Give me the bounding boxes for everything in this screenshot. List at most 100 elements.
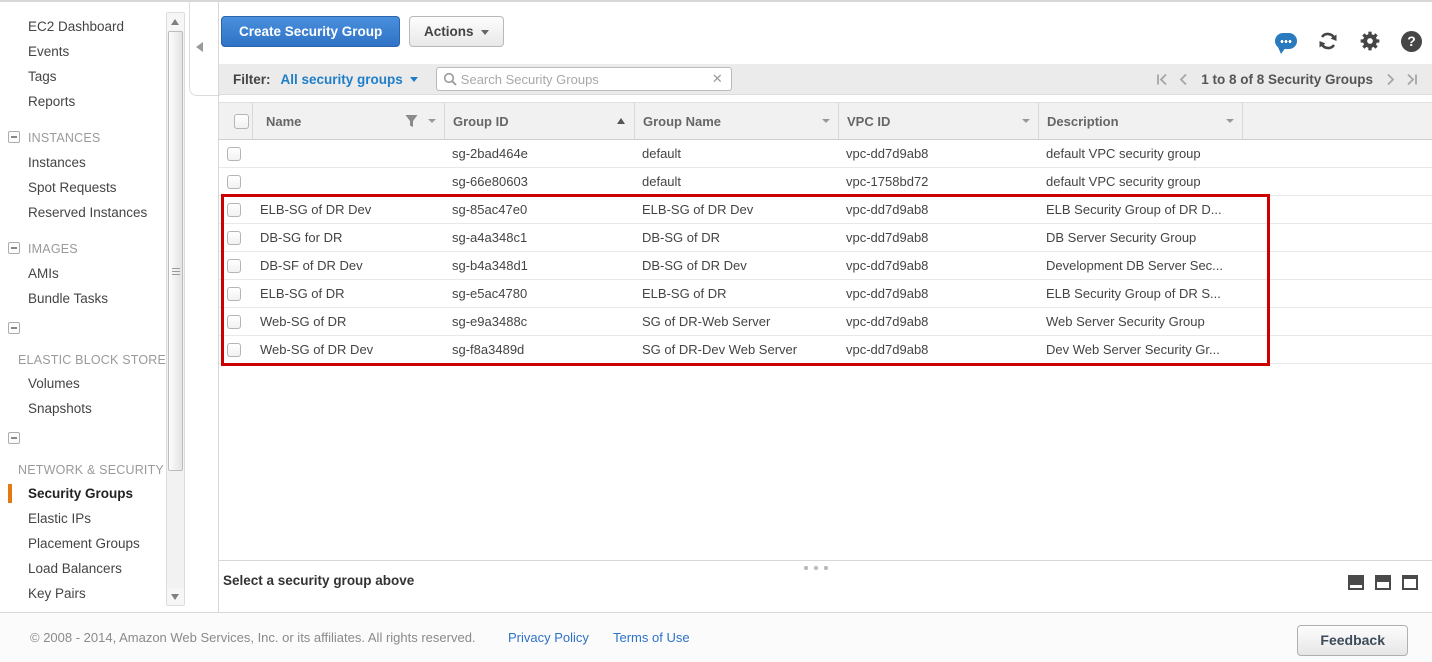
row-checkbox[interactable] — [227, 175, 241, 189]
sidebar-item[interactable]: IMAGES — [0, 236, 166, 261]
row-checkbox[interactable] — [227, 315, 241, 329]
next-page-button[interactable] — [1386, 73, 1396, 86]
sidebar-item[interactable]: INSTANCES — [0, 125, 166, 150]
row-checkbox-cell — [219, 308, 252, 335]
cell-name: Web-SG of DR Dev — [252, 336, 444, 363]
sidebar-item[interactable]: NETWORK & SECURITY — [0, 459, 166, 481]
sidebar-item[interactable]: Elastic IPs — [0, 506, 166, 531]
actions-button-label: Actions — [424, 24, 474, 39]
row-checkbox[interactable] — [227, 231, 241, 245]
column-header-description[interactable]: Description — [1038, 103, 1242, 139]
pane-size-large-icon[interactable] — [1402, 575, 1418, 590]
row-checkbox[interactable] — [227, 259, 241, 273]
collapse-minus-icon[interactable] — [8, 131, 20, 143]
settings-gear-icon[interactable] — [1359, 30, 1381, 52]
sidebar-item[interactable]: Volumes — [0, 371, 166, 396]
column-header-name[interactable]: Name — [252, 103, 444, 139]
pane-size-small-icon[interactable] — [1348, 575, 1364, 590]
scrollbar-thumb[interactable] — [168, 31, 183, 471]
cell-group-name: SG of DR-Web Server — [634, 308, 838, 335]
collapse-minus-icon[interactable] — [8, 322, 20, 334]
chat-dots — [1280, 40, 1292, 43]
last-page-button[interactable] — [1405, 73, 1418, 86]
refresh-icon[interactable] — [1317, 30, 1339, 52]
chevron-down-icon — [1226, 119, 1234, 123]
sidebar-item[interactable] — [0, 429, 166, 449]
sidebar-item[interactable]: Instances — [0, 150, 166, 175]
help-icon[interactable]: ? — [1401, 31, 1422, 52]
row-checkbox-cell — [219, 336, 252, 363]
scroll-down-button[interactable] — [167, 588, 184, 605]
sidebar-item-label: IMAGES — [28, 242, 78, 256]
sidebar-item[interactable]: ELASTIC BLOCK STORE — [0, 349, 166, 371]
pagination-label: 1 to 8 of 8 Security Groups — [1201, 72, 1373, 87]
cell-description: DB Server Security Group — [1038, 224, 1242, 251]
first-page-button[interactable] — [1156, 73, 1169, 86]
clear-search-icon[interactable]: ✕ — [712, 71, 723, 87]
select-all-checkbox[interactable] — [234, 114, 249, 129]
column-header-group-id[interactable]: Group ID — [444, 103, 634, 139]
search-input[interactable] — [457, 72, 712, 87]
column-header-group-name[interactable]: Group Name — [634, 103, 838, 139]
table-row[interactable]: DB-SF of DR Dev sg-b4a348d1 DB-SG of DR … — [219, 252, 1432, 280]
pane-drag-handle-icon[interactable] — [804, 566, 828, 570]
table-row[interactable]: Web-SG of DR sg-e9a3488c SG of DR-Web Se… — [219, 308, 1432, 336]
sidebar-item-label: Reserved Instances — [28, 205, 147, 220]
privacy-policy-link[interactable]: Privacy Policy — [508, 630, 589, 645]
sidebar-scrollbar[interactable] — [166, 12, 185, 606]
cell-group-name: default — [634, 168, 838, 195]
table-row[interactable]: DB-SG for DR sg-a4a348c1 DB-SG of DR vpc… — [219, 224, 1432, 252]
sidebar-item[interactable]: Snapshots — [0, 396, 166, 421]
sidebar-item[interactable]: Security Groups — [0, 481, 166, 506]
column-label: VPC ID — [847, 114, 890, 129]
sidebar-item[interactable] — [0, 319, 166, 339]
table-row[interactable]: Web-SG of DR Dev sg-f8a3489d SG of DR-De… — [219, 336, 1432, 364]
sidebar-nav: EC2 Dashboard Events Tags Reports — [0, 2, 166, 612]
cell-empty — [1242, 196, 1432, 223]
cell-vpc-id: vpc-dd7d9ab8 — [838, 140, 1038, 167]
sidebar-item[interactable]: Events — [0, 39, 166, 64]
collapse-minus-icon[interactable] — [8, 242, 20, 254]
cell-description: Dev Web Server Security Gr... — [1038, 336, 1242, 363]
sidebar-item[interactable]: Spot Requests — [0, 175, 166, 200]
sidebar-item[interactable]: Key Pairs — [0, 581, 166, 606]
sidebar-item-label: Security Groups — [28, 486, 133, 501]
filter-funnel-icon[interactable] — [405, 114, 418, 128]
feedback-chat-icon[interactable] — [1275, 33, 1297, 49]
sidebar-item[interactable]: Reserved Instances — [0, 200, 166, 225]
scroll-up-button[interactable] — [167, 13, 184, 30]
sidebar-item[interactable]: Placement Groups — [0, 531, 166, 556]
sidebar-item[interactable]: Tags — [0, 64, 166, 89]
select-all-cell — [219, 103, 252, 139]
sidebar-item-label: Events — [28, 44, 69, 59]
sidebar-item[interactable]: EC2 Dashboard — [0, 14, 166, 39]
row-checkbox[interactable] — [227, 287, 241, 301]
row-checkbox[interactable] — [227, 203, 241, 217]
sidebar-item[interactable]: Load Balancers — [0, 556, 166, 581]
terms-of-use-link[interactable]: Terms of Use — [613, 630, 690, 645]
sidebar-collapse-tab[interactable] — [189, 2, 220, 96]
cell-description: ELB Security Group of DR D... — [1038, 196, 1242, 223]
pane-size-medium-icon[interactable] — [1375, 575, 1391, 590]
chevron-left-icon — [196, 42, 203, 52]
collapse-minus-icon[interactable] — [8, 432, 20, 444]
row-checkbox-cell — [219, 252, 252, 279]
row-checkbox[interactable] — [227, 147, 241, 161]
actions-button[interactable]: Actions — [409, 16, 504, 47]
cell-description: Development DB Server Sec... — [1038, 252, 1242, 279]
cell-vpc-id: vpc-dd7d9ab8 — [838, 224, 1038, 251]
table-row[interactable]: sg-2bad464e default vpc-dd7d9ab8 default… — [219, 140, 1432, 168]
previous-page-button[interactable] — [1178, 73, 1188, 86]
table-row[interactable]: sg-66e80603 default vpc-1758bd72 default… — [219, 168, 1432, 196]
create-security-group-button[interactable]: Create Security Group — [221, 16, 400, 47]
filter-scope-dropdown[interactable]: All security groups — [281, 72, 418, 87]
feedback-button[interactable]: Feedback — [1297, 625, 1408, 656]
table-row[interactable]: ELB-SG of DR sg-e5ac4780 ELB-SG of DR vp… — [219, 280, 1432, 308]
sidebar-item-label: ELASTIC BLOCK STORE — [18, 353, 166, 367]
column-header-vpc-id[interactable]: VPC ID — [838, 103, 1038, 139]
sidebar-item[interactable]: Reports — [0, 89, 166, 114]
table-row[interactable]: ELB-SG of DR Dev sg-85ac47e0 ELB-SG of D… — [219, 196, 1432, 224]
row-checkbox[interactable] — [227, 343, 241, 357]
sidebar-item[interactable]: Bundle Tasks — [0, 286, 166, 311]
sidebar-item[interactable]: AMIs — [0, 261, 166, 286]
